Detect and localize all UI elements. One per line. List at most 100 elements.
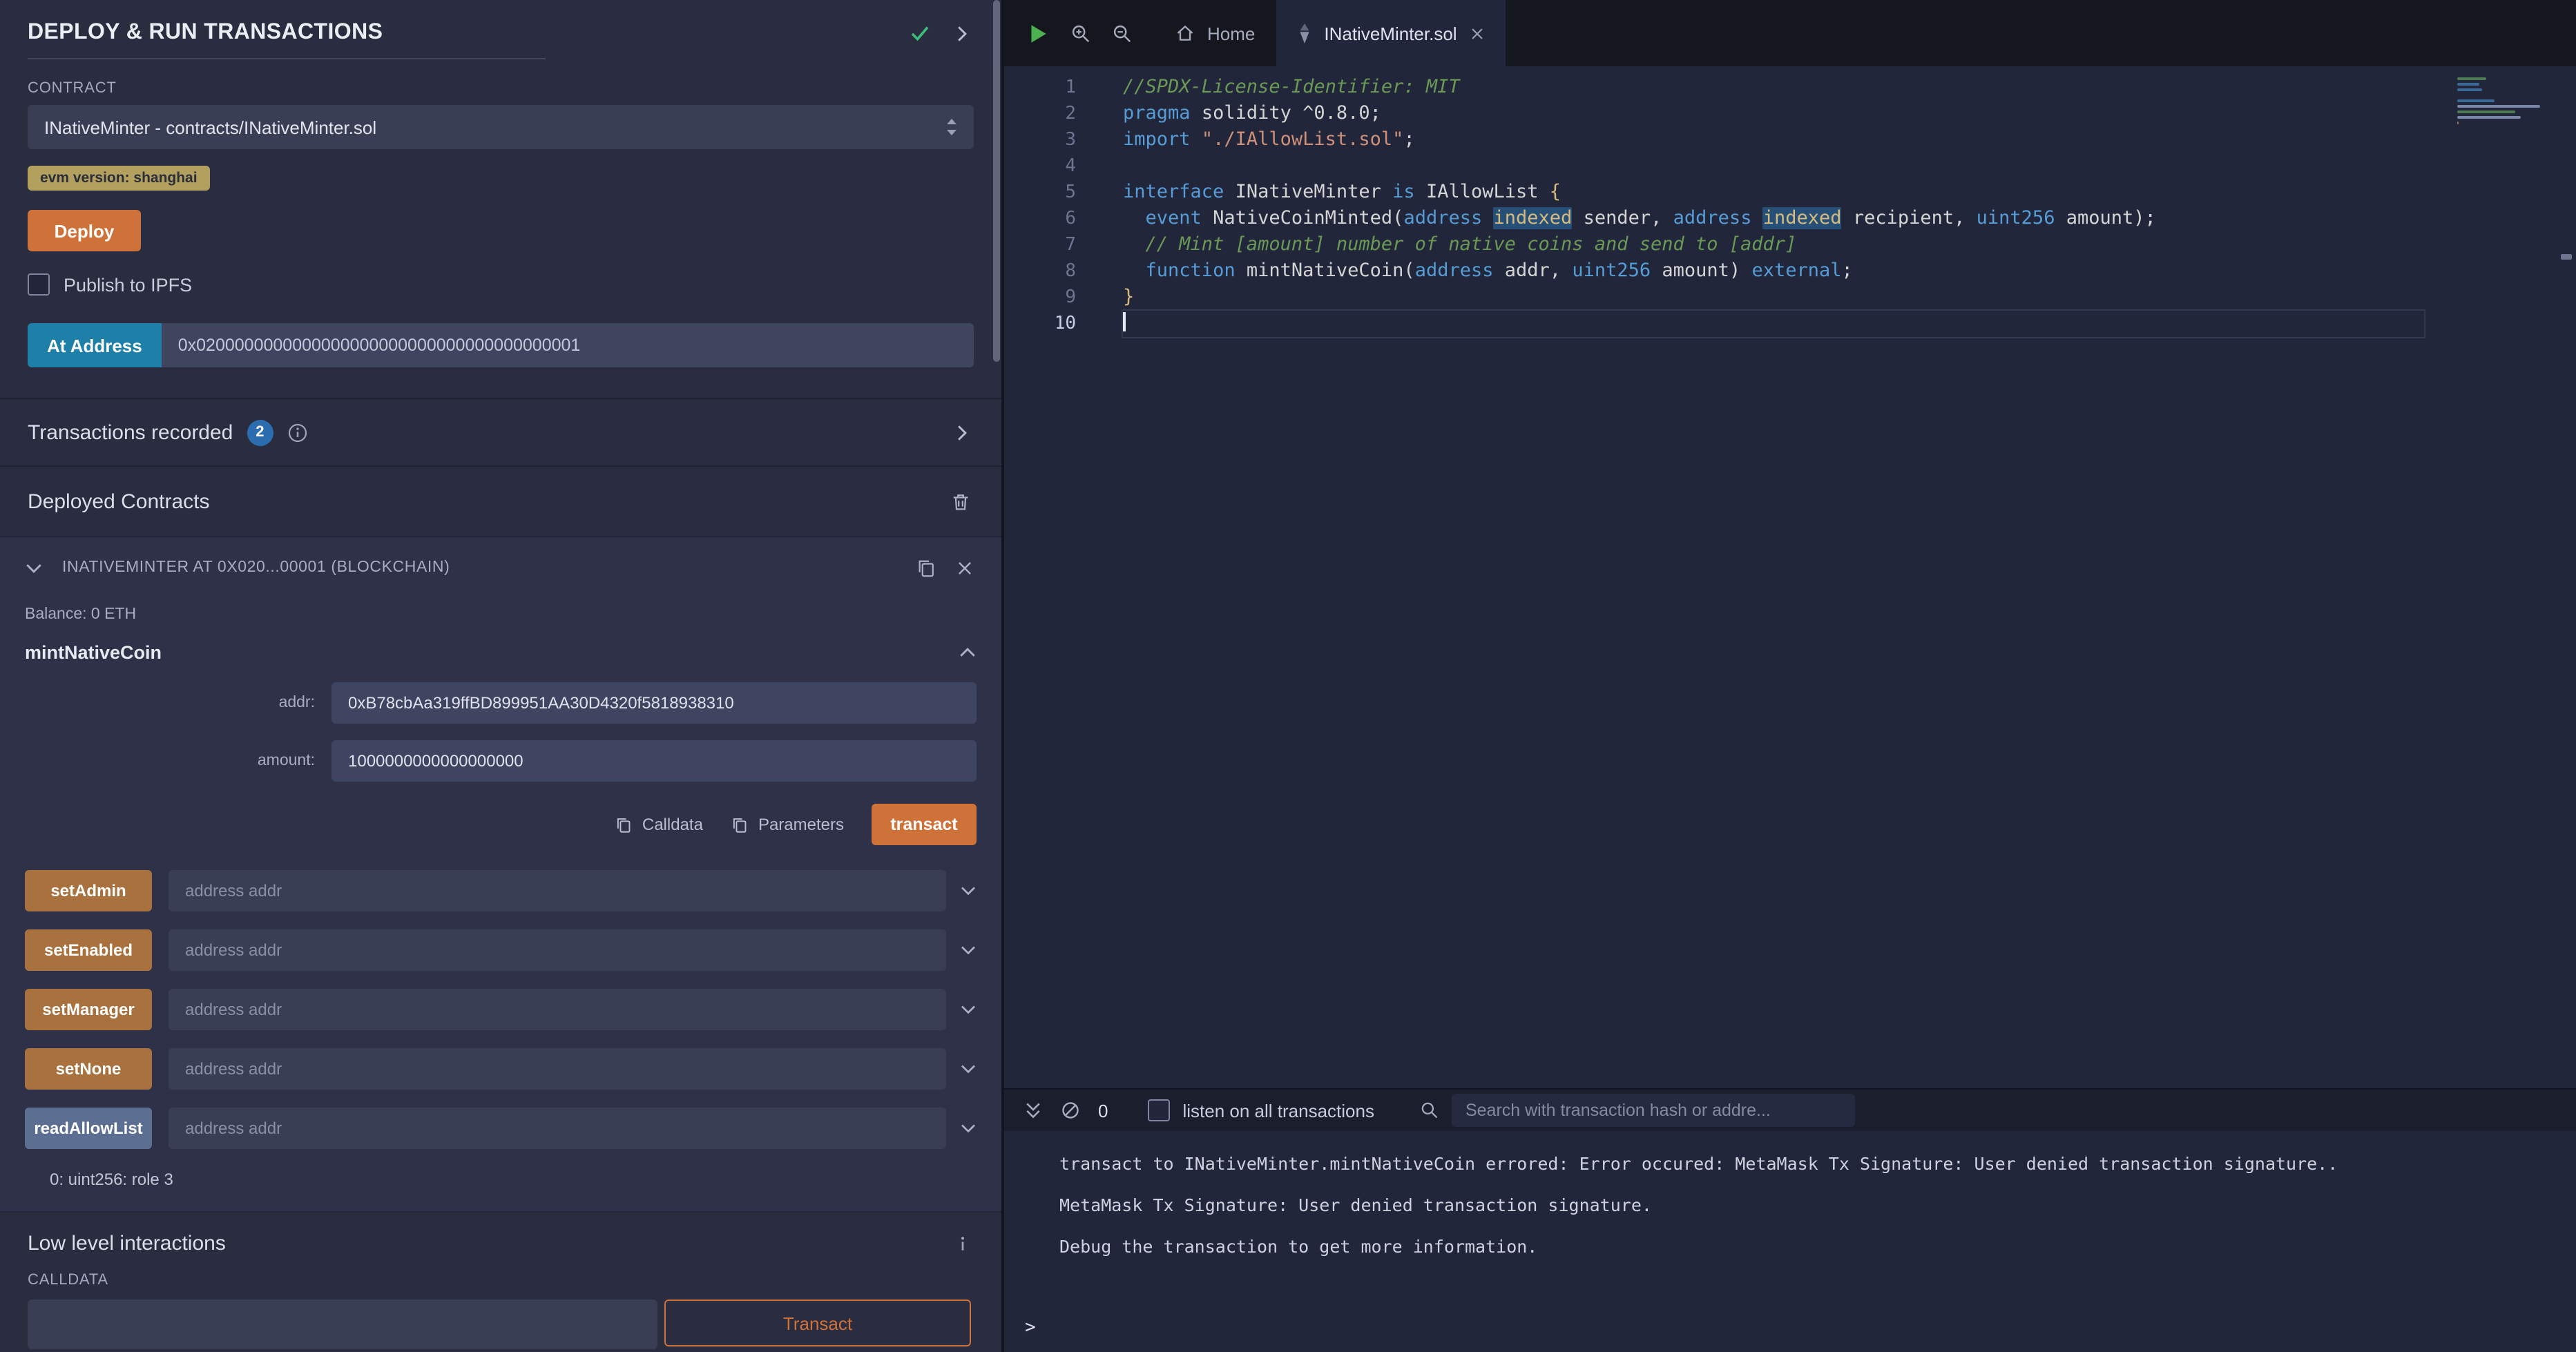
info-icon[interactable] — [954, 1234, 971, 1253]
amount-field-label: amount: — [25, 753, 331, 769]
copy-icon — [615, 815, 633, 833]
addr-field-input[interactable] — [331, 682, 977, 724]
code-line[interactable]: pragma solidity ^0.8.0; — [1123, 101, 2424, 127]
chevron-up-icon[interactable] — [959, 644, 977, 661]
panel-header: DEPLOY & RUN TRANSACTIONS — [0, 0, 1001, 46]
chevron-down-icon[interactable] — [960, 1001, 977, 1018]
setAdmin-input[interactable] — [169, 870, 946, 911]
code-line[interactable] — [1123, 311, 2424, 337]
code-line[interactable]: interface INativeMinter is IAllowList { — [1123, 180, 2424, 206]
chevron-down-icon[interactable] — [960, 882, 977, 899]
line-number: 1 — [1004, 75, 1115, 101]
amount-field-row: amount: — [25, 740, 977, 782]
setAdmin-button[interactable]: setAdmin — [25, 870, 152, 911]
main-area: Home INativeMinter.sol 12345678910 //SPD… — [1004, 0, 2576, 1352]
close-instance-icon[interactable] — [956, 559, 974, 577]
line-number: 9 — [1004, 284, 1115, 311]
code-line[interactable]: function mintNativeCoin(address addr, ui… — [1123, 258, 2424, 284]
setManager-button[interactable]: setManager — [25, 989, 152, 1030]
code-line[interactable]: event NativeCoinMinted(address indexed s… — [1123, 206, 2424, 232]
left-panel-scrollbar[interactable] — [993, 0, 1000, 362]
listen-all-transactions-checkbox[interactable]: listen on all transactions — [1148, 1099, 1374, 1121]
readAllowList-input[interactable] — [169, 1108, 946, 1149]
editor-scrollbar[interactable] — [2557, 66, 2576, 1088]
collapse-terminal-icon[interactable] — [1023, 1101, 1043, 1120]
select-arrows-icon — [943, 117, 960, 137]
deploy-run-panel: DEPLOY & RUN TRANSACTIONS CONTRACT INati… — [0, 0, 1001, 1352]
mint-native-coin-section: mintNativeCoin addr: amount: Call — [0, 628, 1001, 870]
deployed-contract-instance: INATIVEMINTER AT 0X020...00001 (BLOCKCHA… — [0, 536, 1001, 1211]
terminal-search-input[interactable] — [1452, 1094, 1855, 1127]
function-name: mintNativeCoin — [25, 642, 162, 663]
tab-home-label: Home — [1207, 23, 1255, 44]
setNone-input[interactable] — [169, 1048, 946, 1090]
terminal-prompt[interactable]: > — [1025, 1317, 1036, 1338]
tab-inativeminter-label: INativeMinter.sol — [1324, 23, 1457, 44]
terminal-output[interactable]: transact to INativeMinter.mintNativeCoin… — [1004, 1131, 2576, 1352]
call-result: 0: uint256: role 3 — [0, 1167, 1001, 1211]
line-number: 6 — [1004, 206, 1115, 232]
line-number: 3 — [1004, 127, 1115, 153]
code-line[interactable]: //SPDX-License-Identifier: MIT — [1123, 75, 2424, 101]
at-address-input[interactable] — [162, 323, 974, 367]
readAllowList-button[interactable]: readAllowList — [25, 1108, 152, 1149]
line-number: 2 — [1004, 101, 1115, 127]
calldata-input[interactable] — [28, 1300, 657, 1349]
code-line[interactable]: import "./IAllowList.sol"; — [1123, 127, 2424, 153]
calldata-copy-button[interactable]: Calldata — [615, 815, 703, 834]
chevron-right-icon[interactable] — [953, 423, 971, 441]
search-icon — [1420, 1101, 1439, 1120]
contract-select[interactable]: INativeMinter - contracts/INativeMinter.… — [28, 105, 974, 149]
editor-code[interactable]: //SPDX-License-Identifier: MITpragma sol… — [1123, 75, 2424, 337]
deploy-button[interactable]: Deploy — [28, 210, 141, 251]
transactions-recorded-label: Transactions recorded — [28, 421, 233, 444]
line-number: 4 — [1004, 153, 1115, 180]
deployed-contracts-header: Deployed Contracts — [0, 465, 1001, 536]
calldata-copy-label: Calldata — [642, 815, 703, 834]
terminal-line: MetaMask Tx Signature: User denied trans… — [1059, 1195, 2548, 1215]
amount-field-input[interactable] — [331, 740, 977, 782]
low-level-transact-button[interactable]: Transact — [664, 1300, 971, 1346]
setEnabled-button[interactable]: setEnabled — [25, 929, 152, 971]
setNone-button[interactable]: setNone — [25, 1048, 152, 1090]
instance-header[interactable]: INATIVEMINTER AT 0X020...00001 (BLOCKCHA… — [0, 537, 1001, 598]
minimap[interactable] — [2457, 77, 2546, 133]
terminal-line: transact to INativeMinter.mintNativeCoin… — [1059, 1153, 2548, 1174]
chevron-down-icon[interactable] — [960, 1120, 977, 1137]
code-line[interactable] — [1123, 153, 2424, 180]
chevron-down-icon[interactable] — [25, 559, 43, 577]
setEnabled-input[interactable] — [169, 929, 946, 971]
text-cursor — [1123, 312, 1126, 331]
panel-title: DEPLOY & RUN TRANSACTIONS — [28, 21, 383, 46]
info-icon[interactable] — [287, 422, 307, 443]
evm-version-badge: evm version: shanghai — [28, 166, 210, 191]
transact-button[interactable]: transact — [872, 804, 977, 845]
code-line[interactable]: } — [1123, 284, 2424, 311]
check-icon[interactable] — [909, 22, 931, 44]
checkbox-box-icon[interactable] — [1148, 1099, 1170, 1121]
trash-icon[interactable] — [950, 491, 971, 512]
at-address-button[interactable]: At Address — [28, 323, 162, 367]
close-tab-icon[interactable] — [1470, 26, 1485, 41]
code-line[interactable]: // Mint [amount] number of native coins … — [1123, 232, 2424, 258]
clear-console-icon[interactable] — [1061, 1101, 1080, 1120]
setManager-input[interactable] — [169, 989, 946, 1030]
title-underline — [28, 58, 546, 59]
checkbox-box-icon[interactable] — [28, 273, 50, 296]
copy-address-icon[interactable] — [916, 557, 936, 578]
contract-label: CONTRACT — [28, 80, 974, 97]
zoom-out-icon[interactable] — [1112, 23, 1133, 44]
publish-ipfs-checkbox[interactable]: Publish to IPFS — [28, 273, 974, 296]
transactions-recorded-row[interactable]: Transactions recorded 2 — [0, 398, 1001, 465]
chevron-down-icon[interactable] — [960, 1061, 977, 1077]
solidity-icon — [1296, 23, 1311, 44]
pin-panel-chevron-icon[interactable] — [953, 24, 971, 42]
run-script-icon[interactable] — [1026, 21, 1050, 45]
tab-inativeminter[interactable]: INativeMinter.sol — [1276, 0, 1505, 66]
chevron-down-icon[interactable] — [960, 942, 977, 958]
low-level-interactions: Low level interactions CALLDATA Transact — [0, 1211, 1001, 1349]
zoom-in-icon[interactable] — [1070, 23, 1091, 44]
code-editor[interactable]: 12345678910 //SPDX-License-Identifier: M… — [1004, 66, 2576, 1088]
tab-home[interactable]: Home — [1155, 0, 1276, 66]
parameters-copy-button[interactable]: Parameters — [731, 815, 844, 834]
